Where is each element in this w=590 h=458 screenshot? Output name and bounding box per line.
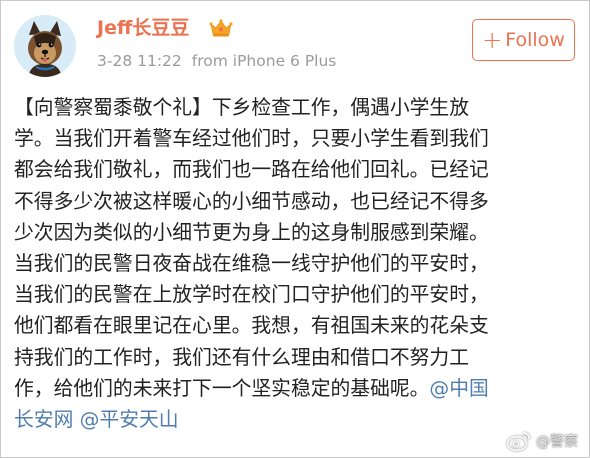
- post-line: 作，给他们的未来打下一个坚实稳定的基础呢。@中国: [14, 373, 584, 404]
- post-line: 都会给我们敬礼，而我们也一路在给他们回礼。已经记: [14, 158, 489, 182]
- post-line: 当我们的民警日夜奋战在维稳一线守护他们的平安时，: [14, 252, 489, 276]
- post-time[interactable]: 3-28 11:22: [97, 52, 182, 70]
- post-line: 他们都看在眼里记在心里。我想，有祖国未来的花朵支: [14, 314, 489, 338]
- watermark-text: @警察: [536, 434, 578, 450]
- post-line: 长安网 @平安天山: [14, 404, 584, 435]
- vip-crown-icon: [209, 19, 233, 37]
- post-meta: 3-28 11:22 from iPhone 6 Plus: [97, 50, 336, 72]
- post-line: 少次因为类似的小细节更为身上的这身制服感到荣耀。: [14, 220, 489, 244]
- user-avatar[interactable]: [14, 15, 76, 77]
- username[interactable]: Jeff长豆豆: [97, 16, 189, 40]
- post-line: 当我们的民警在上放学时在校门口守护他们的平安时，: [14, 283, 489, 307]
- plus-icon: +: [482, 26, 503, 54]
- mention-link-china-changan[interactable]: @中国: [429, 377, 488, 400]
- follow-button[interactable]: + Follow: [472, 19, 575, 61]
- weibo-logo-icon: [506, 432, 531, 452]
- post-line: 【向警察蜀黍敬个礼】下乡检查工作，偶遇小学生放: [14, 96, 469, 119]
- post-source: from iPhone 6 Plus: [191, 52, 337, 70]
- post-line: 学。当我们开着警车经过他们时，只要小学生看到我们: [14, 127, 489, 151]
- post-line-text: 作，给他们的未来打下一个坚实稳定的基础呢。: [14, 376, 430, 400]
- weibo-watermark: @警察: [506, 428, 578, 454]
- weibo-post-card: Jeff长豆豆 3-28 11:22 from iPhone 6 Plus + Fo…: [0, 0, 590, 458]
- follow-label: Follow: [505, 29, 565, 51]
- post-line: 不得多少次被这样暖心的小细节感动，也已经记不得多: [14, 189, 489, 213]
- mention-link-china-changan-cont[interactable]: 长安网: [14, 408, 73, 431]
- post-line: 持我们的工作时，我们还有什么理由和借口不努力工: [14, 345, 469, 369]
- post-text: 【向警察蜀黍敬个礼】下乡检查工作，偶遇小学生放 学。当我们开着警车经过他们时，只…: [14, 92, 584, 435]
- dog-avatar-icon: [14, 15, 76, 77]
- mention-link-pingan-tianshan[interactable]: @平安天山: [80, 408, 179, 431]
